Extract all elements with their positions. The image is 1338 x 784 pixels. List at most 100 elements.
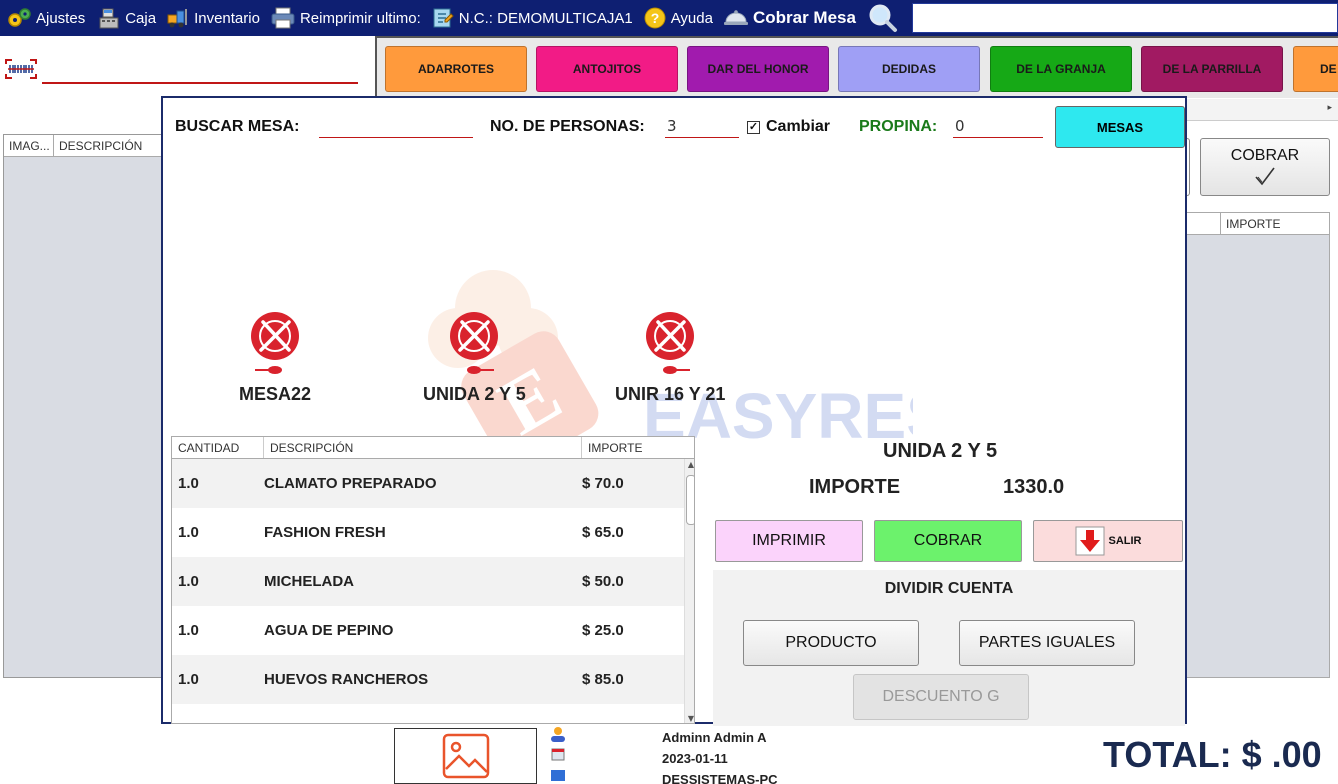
check-icon: [1255, 167, 1275, 186]
menu-caja-label: Caja: [125, 9, 157, 27]
menu-nc[interactable]: N.C.: DEMOMULTICAJA1: [431, 6, 633, 30]
menu-ayuda-label: Ayuda: [670, 9, 713, 27]
col-importe[interactable]: IMPORTE: [582, 437, 682, 458]
imprimir-button[interactable]: IMPRIMIR: [715, 520, 863, 562]
cell-qty: 1.0: [178, 573, 199, 590]
cell-amount: $ 70.0: [582, 475, 624, 492]
mesas-button[interactable]: MESAS: [1055, 106, 1185, 148]
plate-cutlery-icon: [646, 312, 695, 374]
scroll-up-icon[interactable]: ▲: [685, 459, 694, 471]
category-button[interactable]: DE: [1293, 46, 1338, 92]
menu-ayuda[interactable]: ? Ayuda: [643, 6, 713, 30]
col-cantidad[interactable]: CANTIDAD: [172, 437, 264, 458]
note-credit-icon: [433, 8, 454, 28]
category-label: DAR DEL HONOR: [707, 62, 809, 76]
category-button[interactable]: ANTOJITOS: [536, 46, 678, 92]
computer-icon: [551, 770, 565, 781]
product-table: IMAG... DESCRIPCIÓN: [3, 134, 163, 678]
importe-value: 1330.0: [1003, 476, 1065, 498]
category-button[interactable]: DAR DEL HONOR: [687, 46, 829, 92]
menu-inventario[interactable]: Inventario: [166, 6, 260, 30]
category-label: ADARROTES: [417, 62, 494, 76]
category-label: DE LA GRANJA: [1016, 62, 1106, 76]
propina-input[interactable]: 0: [953, 116, 1043, 138]
scroll-right-icon[interactable]: ▸: [1327, 103, 1332, 113]
menu-caja[interactable]: Caja: [97, 6, 156, 30]
cell-desc: AGUA DE PEPINO: [264, 622, 394, 639]
propina-label: PROPINA:: [859, 118, 938, 135]
mesa-tile[interactable]: MESA22: [239, 310, 311, 405]
cell-amount: $ 50.0: [582, 573, 624, 590]
col-imagen[interactable]: IMAG...: [4, 135, 54, 156]
menu-inventario-label: Inventario: [194, 9, 260, 27]
menu-cobrar-mesa[interactable]: Cobrar Mesa: [723, 8, 856, 28]
col-importe[interactable]: IMPORTE: [1221, 213, 1285, 234]
product-table-header: IMAG... DESCRIPCIÓN: [4, 135, 162, 157]
col-descripcion[interactable]: DESCRIPCIÓN: [54, 135, 162, 156]
barcode-scan-icon[interactable]: [4, 58, 38, 80]
cell-qty: 1.0: [178, 671, 199, 688]
table-row[interactable]: 1.0 FASHION FRESH $ 65.0: [172, 508, 694, 557]
cell-qty: 1.0: [178, 524, 199, 541]
cell-amount: $ 65.0: [582, 524, 624, 541]
forklift-icon: [167, 9, 188, 28]
buscar-mesa-label: BUSCAR MESA:: [175, 118, 300, 135]
category-button[interactable]: DE LA PARRILLA: [1141, 46, 1283, 92]
top-search-input[interactable]: [912, 3, 1338, 33]
cell-qty: 1.0: [178, 622, 199, 639]
search-button[interactable]: [866, 3, 902, 33]
table-row[interactable]: 1.0 AGUA DE PEPINO $ 25.0: [172, 606, 694, 655]
partes-iguales-button[interactable]: PARTES IGUALES: [959, 620, 1135, 666]
buscar-mesa-input[interactable]: [319, 116, 473, 138]
table-row[interactable]: 1.0 CLAMATO PREPARADO $ 70.0: [172, 459, 694, 508]
menu-nc-label: N.C.: DEMOMULTICAJA1: [458, 9, 633, 27]
scroll-thumb[interactable]: [686, 475, 694, 525]
svg-text:?: ?: [650, 10, 659, 26]
menu-reimprimir[interactable]: Reimprimir ultimo:: [270, 6, 421, 30]
personas-input[interactable]: 3: [665, 116, 739, 138]
menu-ajustes[interactable]: Ajustes: [6, 6, 85, 30]
scroll-down-icon[interactable]: ▼: [685, 713, 694, 723]
cobrar-button[interactable]: COBRAR: [874, 520, 1022, 562]
calendar-icon: [551, 748, 565, 761]
cell-amount: $ 85.0: [582, 671, 624, 688]
order-items-header: CANTIDAD DESCRIPCIÓN IMPORTE: [172, 437, 694, 459]
category-button[interactable]: DEDIDAS: [838, 46, 980, 92]
mesa-tile[interactable]: UNIDA 2 Y 5: [423, 310, 526, 405]
cash-register-icon: [99, 8, 119, 29]
mesa-tile-label: UNIDA 2 Y 5: [423, 384, 526, 404]
descuento-button[interactable]: DESCUENTO G: [853, 674, 1029, 720]
category-button[interactable]: DE LA GRANJA: [990, 46, 1132, 92]
mesa-tile[interactable]: UNIR 16 Y 21: [615, 310, 725, 405]
gears-icon: [8, 8, 31, 27]
exit-arrow-icon: [1075, 526, 1104, 556]
image-placeholder-icon: [442, 733, 489, 779]
category-label: DE: [1320, 62, 1337, 76]
plate-cutlery-icon: [251, 312, 300, 374]
barcode-input[interactable]: [42, 82, 358, 84]
cloche-icon: [723, 10, 748, 25]
category-label: DEDIDAS: [881, 62, 936, 76]
product-image-placeholder: [394, 728, 537, 784]
category-button[interactable]: ADARROTES: [385, 46, 527, 92]
category-bar: ADARROTES ANTOJITOS DAR DEL HONOR DEDIDA…: [375, 36, 1338, 98]
printer-icon: [271, 7, 295, 29]
cell-qty: 1.0: [178, 475, 199, 492]
producto-button[interactable]: PRODUCTO: [743, 620, 919, 666]
order-scrollbar[interactable]: ▲ ▼: [684, 459, 694, 723]
footer-status-icons: [551, 727, 565, 781]
cambiar-checkbox[interactable]: ✓ Cambiar: [747, 118, 830, 136]
cell-desc: HUEVOS RANCHEROS: [264, 671, 429, 688]
table-row[interactable]: 1.0 MICHELADA $ 50.0: [172, 557, 694, 606]
plate-cutlery-icon: [450, 312, 499, 374]
cell-desc: CLAMATO PREPARADO: [264, 475, 437, 492]
salir-button[interactable]: SALIR: [1033, 520, 1183, 562]
cobrar-main-button[interactable]: COBRAR: [1200, 138, 1330, 196]
footer-info: Adminn Admin A 2023-01-11 DESSISTEMAS-PC: [662, 727, 778, 784]
checkbox-checked-icon: ✓: [747, 120, 760, 134]
personas-label: NO. DE PERSONAS:: [490, 118, 645, 135]
table-row[interactable]: 1.0 HUEVOS RANCHEROS $ 85.0: [172, 655, 694, 704]
col-blank: [1187, 213, 1221, 234]
dividir-cuenta-panel: DIVIDIR CUENTA PRODUCTO PARTES IGUALES D…: [713, 570, 1185, 726]
col-descripcion[interactable]: DESCRIPCIÓN: [264, 437, 582, 458]
